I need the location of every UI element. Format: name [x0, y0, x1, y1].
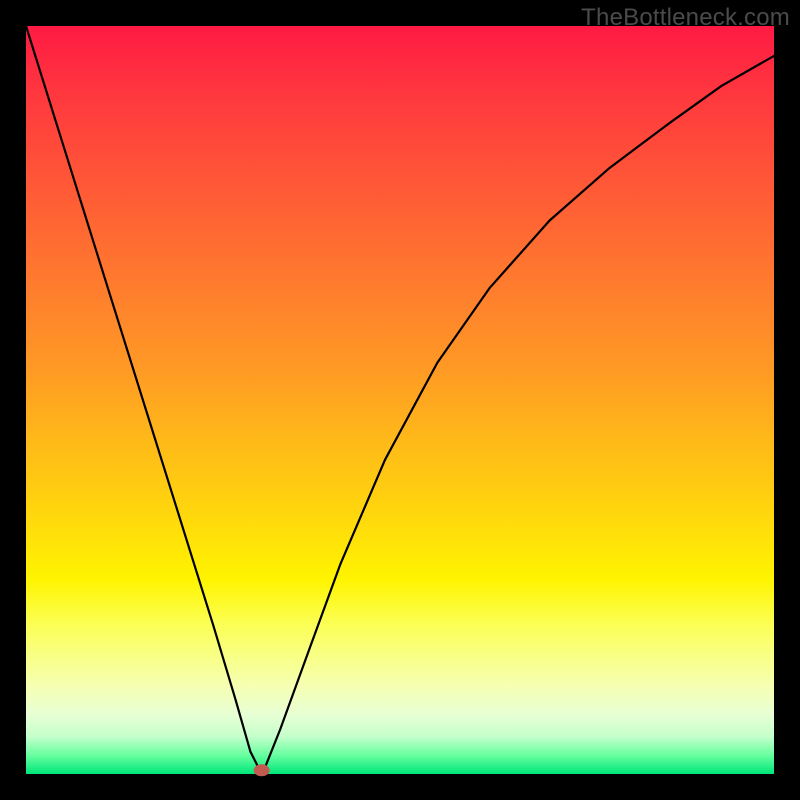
plot-svg	[26, 26, 774, 774]
min-marker	[254, 764, 270, 776]
bottleneck-curve	[26, 26, 774, 774]
chart-frame: TheBottleneck.com	[0, 0, 800, 800]
plot-area	[26, 26, 774, 774]
